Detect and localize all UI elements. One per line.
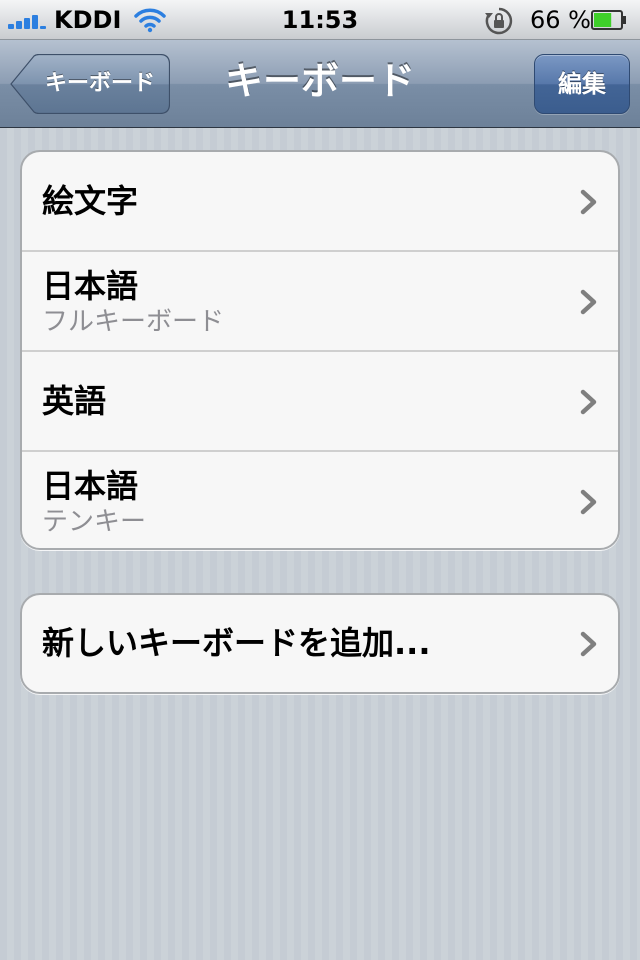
back-button[interactable]: キーボード	[10, 54, 170, 114]
chevron-right-icon	[580, 631, 597, 657]
chevron-right-icon	[580, 389, 597, 415]
keyboard-item-subtitle: テンキー	[42, 507, 147, 537]
keyboard-item-english[interactable]: 英語	[22, 352, 618, 452]
navigation-bar: キーボード キーボード 編集	[0, 40, 640, 128]
keyboard-item-title: 日本語	[42, 467, 139, 505]
battery-icon	[591, 10, 626, 30]
battery-percent: 66 %	[530, 6, 591, 34]
add-keyboard-label: 新しいキーボードを追加...	[42, 624, 431, 662]
keyboard-item-japanese-tenkey[interactable]: 日本語 テンキー	[22, 452, 618, 548]
keyboard-item-title: 日本語	[42, 267, 139, 305]
add-keyboard-item[interactable]: 新しいキーボードを追加...	[22, 595, 618, 692]
chevron-right-icon	[580, 289, 597, 315]
keyboard-item-subtitle: フルキーボード	[42, 307, 225, 337]
chevron-right-icon	[580, 489, 597, 515]
page-title: キーボード	[224, 59, 415, 103]
status-bar: KDDI 11:53 66 %	[0, 0, 640, 40]
keyboard-list: 絵文字 日本語 フルキーボード 英語 日本語 テンキー	[20, 150, 620, 550]
chevron-right-icon	[580, 189, 597, 215]
keyboard-item-japanese-full[interactable]: 日本語 フルキーボード	[22, 252, 618, 352]
back-button-label: キーボード	[44, 71, 155, 96]
keyboard-item-title: 英語	[42, 382, 107, 420]
keyboard-item-title: 絵文字	[42, 182, 139, 220]
edit-button[interactable]: 編集	[534, 54, 630, 114]
keyboard-item-emoji[interactable]: 絵文字	[22, 152, 618, 252]
add-keyboard-group: 新しいキーボードを追加...	[20, 593, 620, 694]
rotation-lock-icon	[485, 7, 513, 35]
